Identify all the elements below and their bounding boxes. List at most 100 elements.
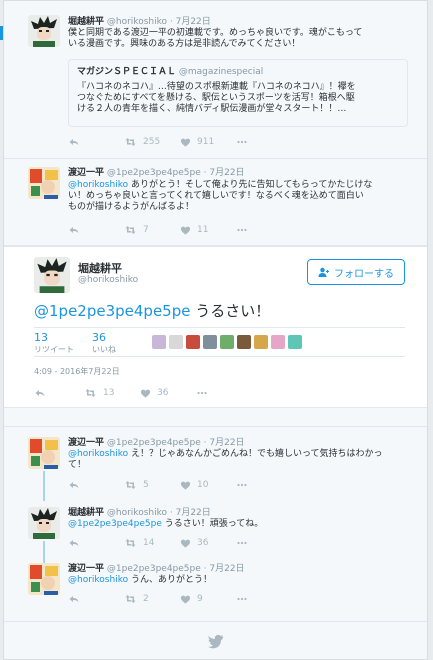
follow-button[interactable]: フォローする — [307, 259, 405, 285]
tweet-actions: 255 911 — [68, 136, 248, 148]
username[interactable]: @horikoshiko — [107, 508, 167, 518]
reply-header: 渡辺一平 @1pe2pe3pe4pe5pe · 7月22日 — [68, 563, 245, 575]
mention-link[interactable]: @1pe2pe3pe4pe5pe — [34, 302, 190, 320]
context-tweet[interactable]: 渡辺一平 @1pe2pe3pe4pe5pe · 7月22日 @horikoshi… — [4, 159, 427, 246]
retweet-count: 5 — [143, 480, 149, 490]
tweet-actions: 13 36 — [34, 387, 208, 399]
avatar[interactable] — [220, 335, 234, 349]
username[interactable]: @1pe2pe3pe4pe5pe — [107, 564, 201, 574]
more-button[interactable] — [236, 136, 248, 148]
avatar[interactable] — [28, 563, 60, 595]
reply-icon — [34, 387, 46, 399]
context-tweet[interactable]: 堀越耕平 @horikoshiko · 7月22日 僕と同期である渡辺一平の初連… — [4, 1, 427, 159]
tweet-timestamp[interactable]: 4:09 - 2016年7月22日 — [34, 366, 120, 377]
thread-connector — [43, 541, 45, 563]
more-button[interactable] — [196, 387, 208, 399]
timestamp[interactable]: · 7月22日 — [204, 564, 245, 574]
like-count: 911 — [197, 137, 215, 147]
quoted-text-line: 『ハコネのネコハ』…待望のスポ根新連載『ハコネのネコハ』！襷を — [77, 82, 356, 92]
avatar[interactable] — [28, 507, 60, 539]
retweet-icon — [124, 479, 137, 491]
retweet-button[interactable]: 13 — [84, 387, 140, 399]
retweet-button[interactable]: 2 — [124, 593, 180, 605]
mention-link[interactable]: @horikoshiko — [68, 575, 128, 585]
username[interactable]: @horikoshiko — [78, 275, 138, 285]
more-button[interactable] — [236, 537, 248, 549]
reply-icon — [68, 593, 80, 605]
like-stat[interactable]: 36 いいね — [92, 331, 116, 355]
avatar[interactable] — [28, 15, 60, 47]
reply-button[interactable] — [68, 224, 124, 236]
avatar[interactable] — [169, 335, 183, 349]
more-button[interactable] — [236, 593, 248, 605]
display-name[interactable]: 渡辺一平 — [68, 438, 104, 448]
avatar[interactable] — [203, 335, 217, 349]
reply-button[interactable] — [68, 479, 124, 491]
retweet-stat[interactable]: 13 リツイート — [34, 331, 74, 355]
quoted-tweet[interactable]: マガジンＳＰＥＣＩＡＬ @magazinespecial 『ハコネのネコハ』…待… — [68, 59, 408, 127]
avatar[interactable] — [34, 257, 70, 293]
display-name[interactable]: 渡辺一平 — [68, 564, 104, 574]
display-name[interactable]: 堀越耕平 — [78, 260, 122, 276]
like-button[interactable]: 36 — [180, 538, 236, 549]
tweet-text: @1pe2pe3pe4pe5pe うるさい！頑張ってね。 — [68, 519, 413, 530]
retweet-count: 255 — [143, 137, 161, 147]
like-button[interactable]: 10 — [180, 480, 236, 491]
display-name[interactable]: 堀越耕平 — [68, 17, 104, 27]
retweet-icon — [124, 593, 137, 605]
background-accent — [0, 26, 3, 40]
avatar[interactable] — [28, 167, 60, 199]
timestamp[interactable]: · 7月22日 — [204, 438, 245, 448]
like-button[interactable]: 9 — [180, 594, 236, 605]
retweet-button[interactable]: 5 — [124, 479, 180, 491]
avatar[interactable] — [271, 335, 285, 349]
more-button[interactable] — [236, 224, 248, 236]
mention-link[interactable]: @horikoshiko — [68, 449, 128, 459]
retweet-count: 14 — [143, 538, 155, 548]
reply-button[interactable] — [34, 387, 84, 399]
reply-button[interactable] — [68, 593, 124, 605]
like-button[interactable]: 36 — [140, 388, 196, 399]
timestamp[interactable]: · 7月22日 — [170, 17, 211, 27]
like-count: 36 — [157, 388, 169, 398]
timestamp[interactable]: · 7月22日 — [170, 508, 211, 518]
tweet-text-line: え！？じゃあなんかごめんね！でも嬉しいって気持ちはわかっ — [128, 449, 383, 459]
more-button[interactable] — [236, 479, 248, 491]
display-name[interactable]: 渡辺一平 — [68, 168, 104, 178]
like-button[interactable]: 911 — [180, 137, 236, 148]
tweet-actions: 14 36 — [68, 537, 248, 549]
avatar[interactable] — [237, 335, 251, 349]
reply-icon — [68, 224, 80, 236]
username[interactable]: @1pe2pe3pe4pe5pe — [107, 438, 201, 448]
heart-icon — [180, 137, 191, 148]
reply-button[interactable] — [68, 537, 124, 549]
more-icon — [236, 537, 248, 549]
quoted-text-line: つなぐためにすべてを懸ける、駅伝というスポーツを活写！箱根へ駆 — [77, 93, 355, 103]
reply-button[interactable] — [68, 136, 124, 148]
timestamp[interactable]: · 7月22日 — [204, 168, 245, 178]
more-icon — [236, 593, 248, 605]
username[interactable]: @horikoshiko — [107, 17, 167, 27]
username[interactable]: @1pe2pe3pe4pe5pe — [107, 168, 201, 178]
retweet-button[interactable]: 7 — [124, 224, 180, 236]
heart-icon — [180, 480, 191, 491]
reply-icon — [68, 136, 80, 148]
avatar[interactable] — [28, 437, 60, 469]
retweet-icon — [124, 537, 137, 549]
display-name[interactable]: 堀越耕平 — [68, 508, 104, 518]
quoted-text-line: ける２人の青年を描く、純情バディ駅伝漫画が堂々スタート！！… — [77, 104, 347, 114]
mention-link[interactable]: @1pe2pe3pe4pe5pe — [68, 519, 162, 529]
heart-icon — [140, 388, 151, 399]
avatar[interactable] — [254, 335, 268, 349]
mention-link[interactable]: @horikoshiko — [68, 180, 128, 190]
retweet-icon — [124, 224, 137, 236]
retweet-icon — [84, 387, 97, 399]
like-button[interactable]: 11 — [180, 225, 236, 236]
retweet-button[interactable]: 255 — [124, 136, 180, 148]
retweet-button[interactable]: 14 — [124, 537, 180, 549]
like-stat-label: いいね — [92, 345, 116, 354]
avatar[interactable] — [152, 335, 166, 349]
avatar[interactable] — [186, 335, 200, 349]
tweet-text-line: ありがとう！そして俺より先に告知してもらってかたじけな — [128, 180, 373, 190]
avatar[interactable] — [288, 335, 302, 349]
